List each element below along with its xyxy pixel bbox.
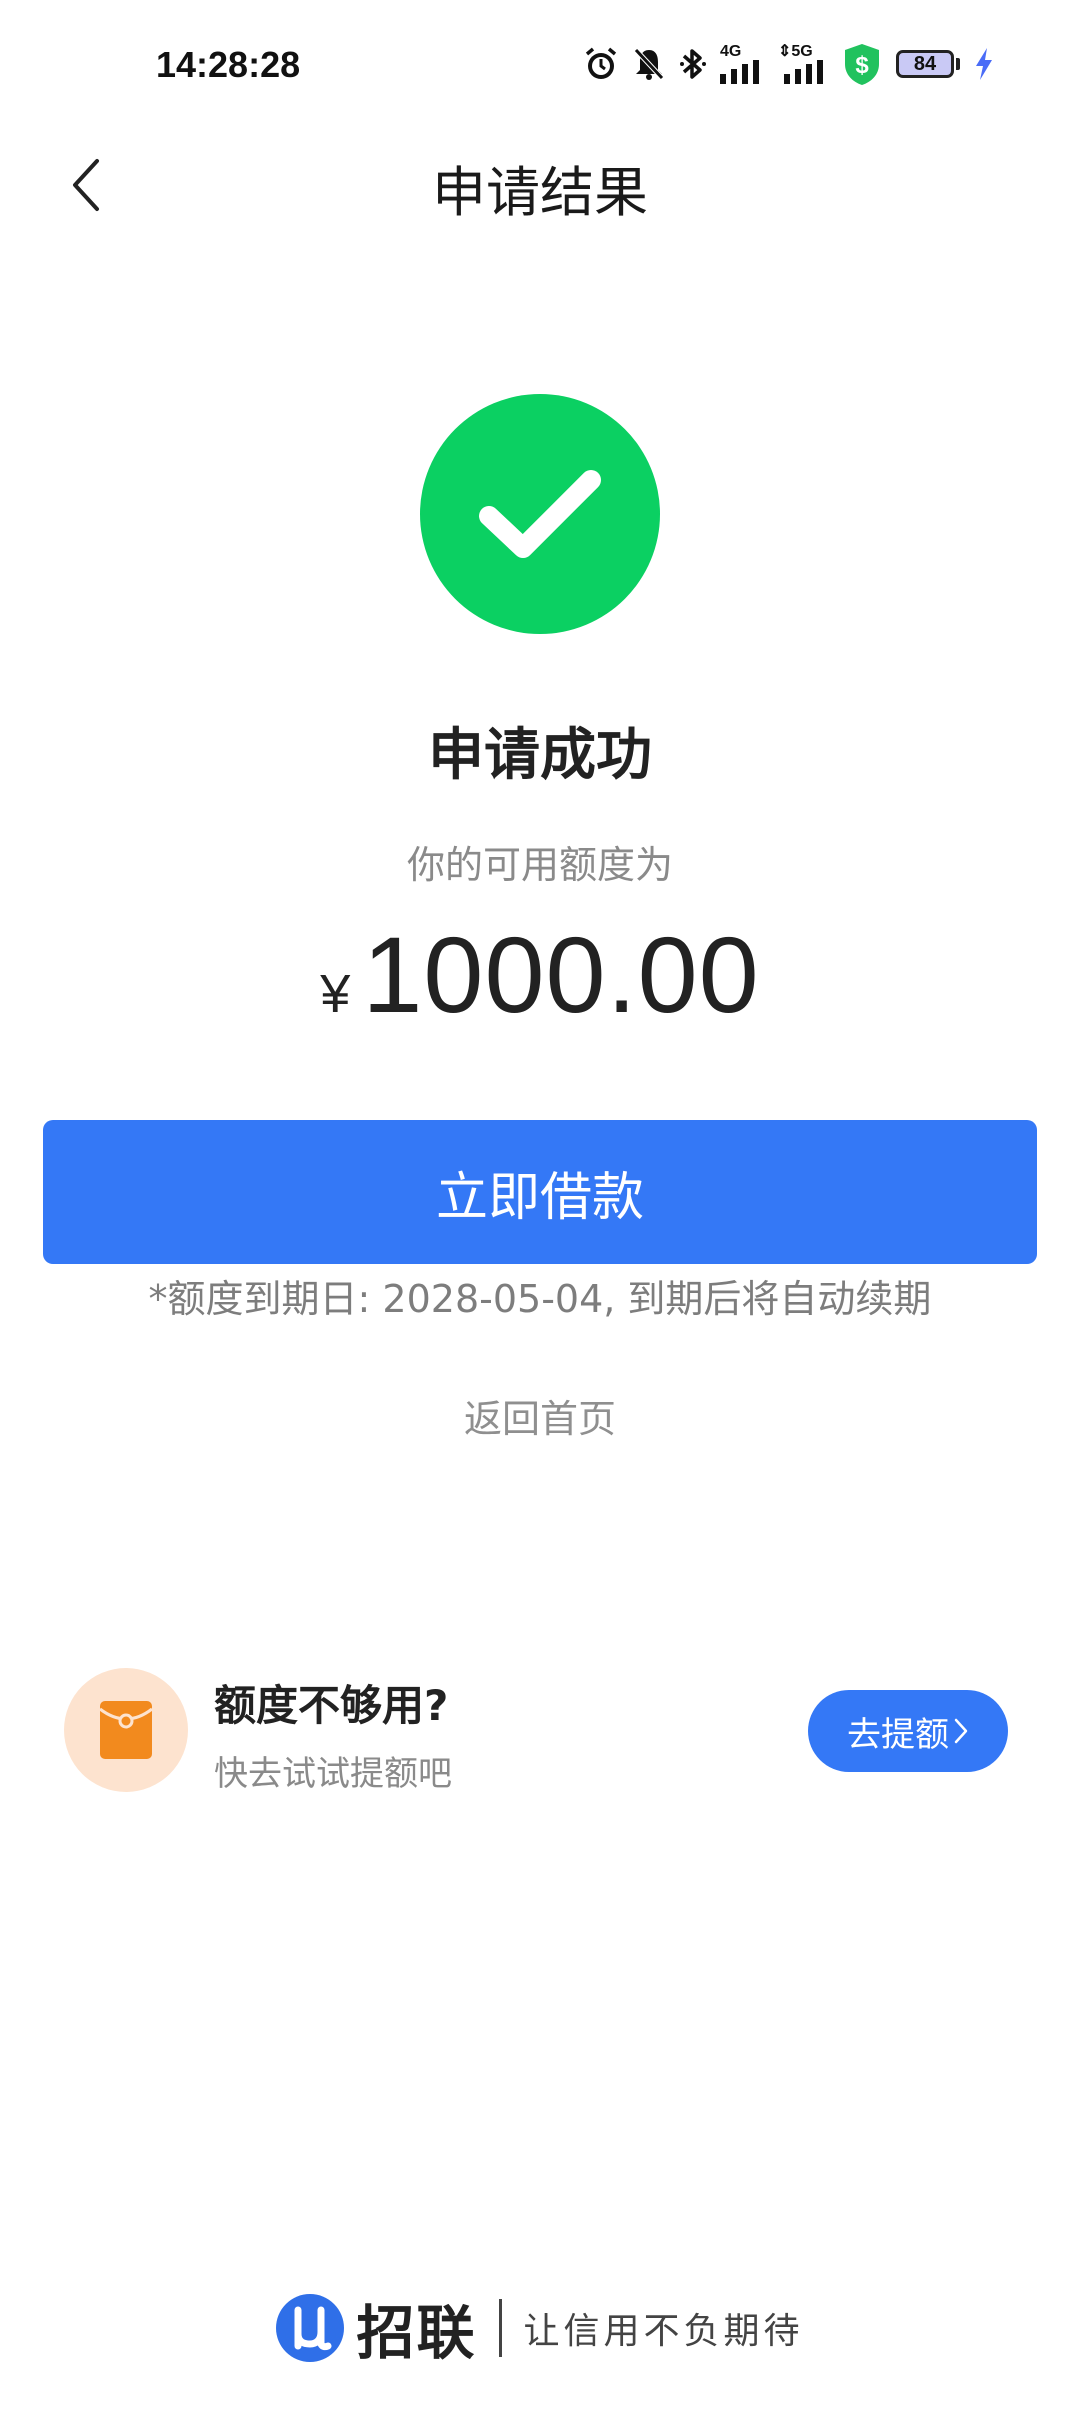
brand-divider — [498, 2299, 502, 2357]
mute-bell-icon — [632, 46, 666, 82]
success-check-icon — [420, 394, 660, 634]
svg-text:$: $ — [855, 52, 869, 79]
status-bar: 14:28:28 4G ⇕5G $ 84 — [0, 0, 1080, 130]
page-title: 申请结果 — [432, 161, 648, 224]
promo-title: 额度不够用? — [214, 1681, 449, 1730]
expiry-note: *额度到期日: 2028-05-04, 到期后将自动续期 — [148, 1277, 932, 1321]
status-icons: 4G ⇕5G $ 84 — [584, 42, 994, 86]
credit-amount: 1000.00 — [362, 914, 760, 1035]
signal-5g-icon: ⇕5G — [778, 44, 828, 84]
brand-name: 招联 — [356, 2299, 477, 2367]
security-shield-icon: $ — [842, 42, 882, 86]
battery-icon: 84 — [896, 50, 960, 78]
brand-footer: 招联 让信用不负期待 — [0, 2286, 1080, 2370]
signal-4g-icon: 4G — [720, 44, 764, 84]
return-home-link[interactable]: 返回首页 — [0, 1388, 1080, 1443]
amount-display: ¥ 1000.00 — [0, 912, 1080, 1037]
brand-logo-icon — [276, 2294, 345, 2362]
bluetooth-icon — [680, 46, 706, 82]
charging-icon — [974, 47, 994, 81]
result-title: 申请成功 — [428, 723, 652, 788]
status-time: 14:28:28 — [156, 44, 301, 85]
increase-limit-label: 去提额 — [847, 1714, 949, 1755]
alarm-icon — [584, 46, 618, 82]
page: 14:28:28 4G ⇕5G $ 84 申请结果 申请成功 你的可用额度为 ¥… — [0, 0, 1080, 2412]
brand-slogan: 让信用不负期待 — [523, 2311, 804, 2352]
promo-subtitle: 快去试试提额吧 — [214, 1754, 452, 1794]
borrow-now-button[interactable]: 立即借款 — [43, 1120, 1037, 1264]
red-envelope-icon — [64, 1668, 188, 1792]
chevron-right-icon — [954, 1718, 968, 1744]
limit-label: 你的可用额度为 — [406, 843, 673, 887]
increase-limit-button[interactable]: 去提额 — [808, 1690, 1008, 1772]
currency-symbol: ¥ — [320, 964, 351, 1024]
battery-level: 84 — [896, 50, 954, 78]
